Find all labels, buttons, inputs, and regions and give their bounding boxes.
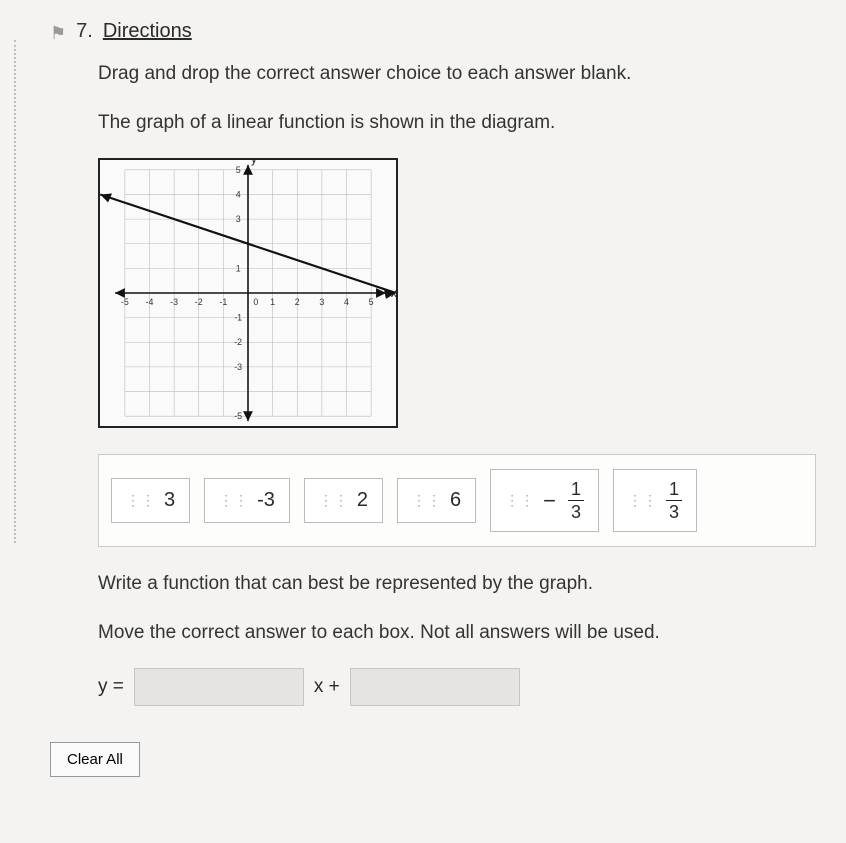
equation-mid: x + [314,676,340,698]
svg-text:1: 1 [236,264,241,274]
post-text-2: Move the correct answer to each box. Not… [98,620,816,647]
graph: -5-4-3 -2-10 123 45 543 1 -1-2-3 -5 x y [98,158,816,428]
tile-6[interactable]: ⋮⋮ 6 [397,478,476,523]
tile-neg-one-third[interactable]: ⋮⋮ − 1 3 [490,469,599,532]
answer-tiles-row: ⋮⋮ 3 ⋮⋮ -3 ⋮⋮ 2 ⋮⋮ 6 ⋮⋮ − 1 3 ⋮⋮ 1 3 [98,454,816,547]
y-axis-label: y [251,158,257,166]
svg-text:-1: -1 [219,297,227,307]
tile-sign: − [543,488,556,514]
svg-text:3: 3 [236,214,241,224]
svg-text:1: 1 [270,297,275,307]
tile-neg3[interactable]: ⋮⋮ -3 [204,478,290,523]
svg-text:-5: -5 [234,411,242,421]
svg-text:-5: -5 [121,297,129,307]
instruction-text: Drag and drop the correct answer choice … [98,61,816,88]
post-text-1: Write a function that can best be repres… [98,571,816,598]
svg-text:-2: -2 [234,337,242,347]
directions-link[interactable]: Directions [103,20,192,43]
equation-row: y = x + [98,668,816,706]
svg-text:-3: -3 [170,297,178,307]
svg-text:-4: -4 [146,297,154,307]
fraction: 1 3 [666,480,682,521]
svg-text:-1: -1 [234,313,242,323]
grip-icon: ⋮⋮ [628,497,658,504]
svg-text:4: 4 [236,190,241,200]
clear-all-button[interactable]: Clear All [50,742,140,777]
grip-icon: ⋮⋮ [126,497,156,504]
grip-icon: ⋮⋮ [505,497,535,504]
prompt-text: The graph of a linear function is shown … [98,110,816,137]
page-margin-dots [14,40,16,543]
tile-label: 6 [450,489,461,512]
tile-3[interactable]: ⋮⋮ 3 [111,478,190,523]
svg-text:-2: -2 [195,297,203,307]
fraction: 1 3 [568,480,584,521]
svg-text:-3: -3 [234,362,242,372]
tile-label: 2 [357,489,368,512]
tile-one-third[interactable]: ⋮⋮ 1 3 [613,469,697,532]
svg-text:4: 4 [344,297,349,307]
flag-icon[interactable]: ⚑ [50,23,66,44]
tile-2[interactable]: ⋮⋮ 2 [304,478,383,523]
equation-lhs: y = [98,676,124,698]
question-number: 7. [76,20,93,43]
grip-icon: ⋮⋮ [319,497,349,504]
question-header: ⚑ 7. Directions [50,20,816,43]
svg-text:5: 5 [369,297,374,307]
svg-text:5: 5 [236,165,241,175]
tile-label: 3 [164,489,175,512]
grip-icon: ⋮⋮ [412,497,442,504]
tile-label: -3 [257,489,275,512]
answer-blank-slope[interactable] [134,668,304,706]
svg-text:2: 2 [295,297,300,307]
svg-text:0: 0 [253,297,258,307]
answer-blank-intercept[interactable] [350,668,520,706]
svg-text:3: 3 [319,297,324,307]
grip-icon: ⋮⋮ [219,497,249,504]
